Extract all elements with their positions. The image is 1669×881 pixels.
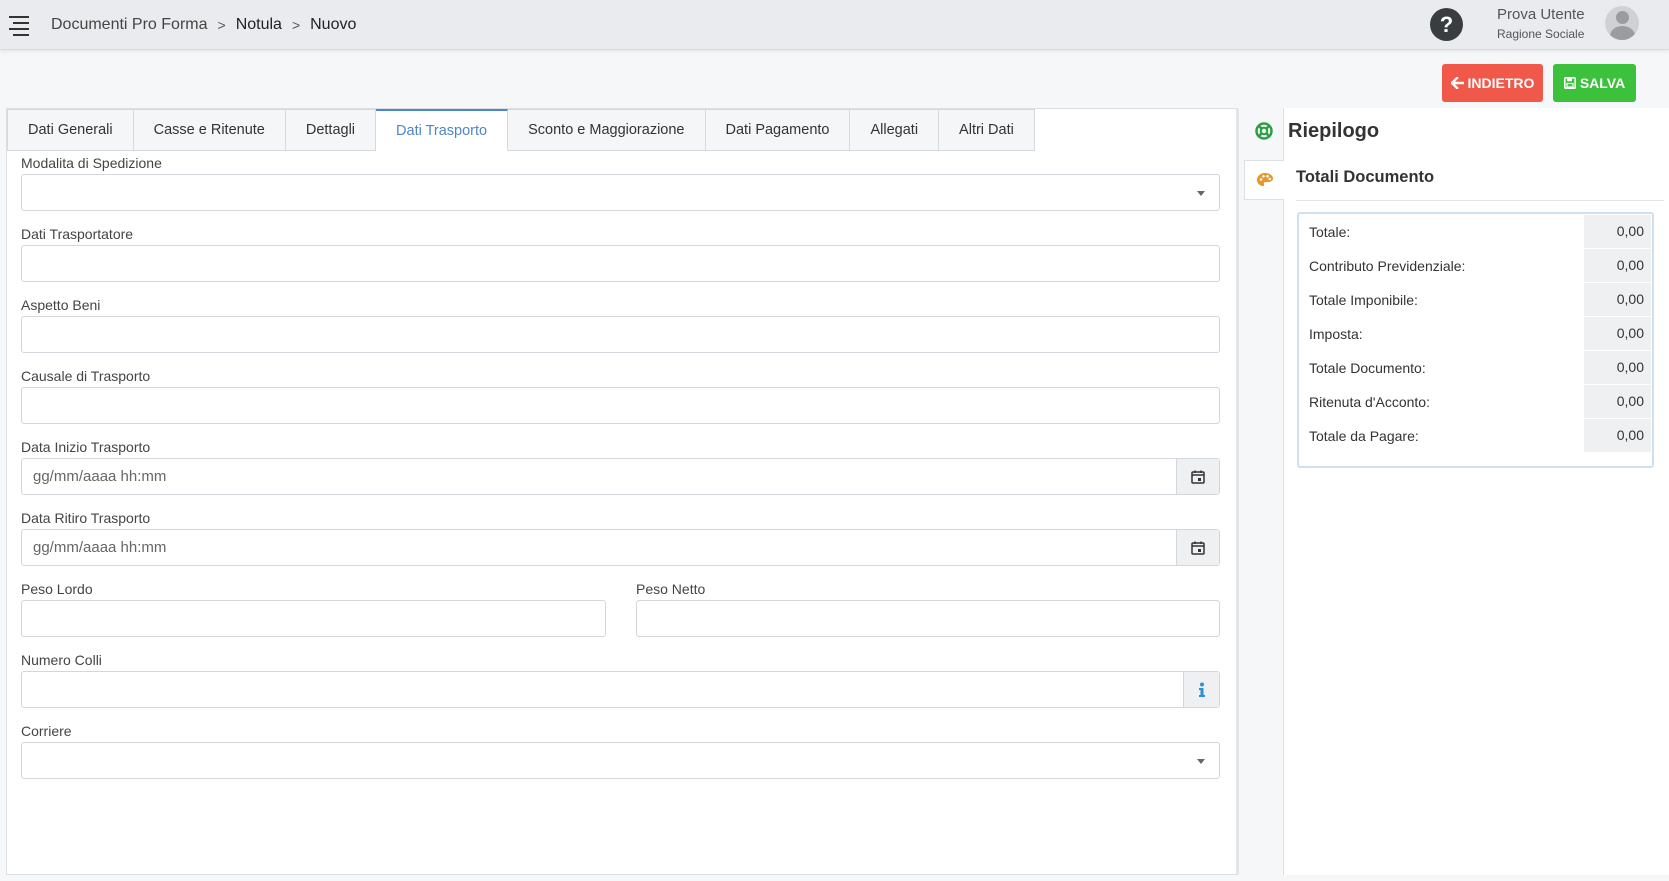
breadcrumb-separator: > bbox=[217, 17, 226, 33]
lifebuoy-icon bbox=[1255, 122, 1273, 140]
user-info[interactable]: Prova Utente Ragione Sociale bbox=[1497, 6, 1585, 41]
modalita-spedizione-label: Modalita di Spedizione bbox=[21, 155, 162, 171]
avatar[interactable] bbox=[1605, 6, 1639, 40]
aspetto-beni-input[interactable] bbox=[22, 317, 1219, 352]
totals-value: 0,00 bbox=[1584, 283, 1651, 316]
totals-label: Contributo Previdenziale: bbox=[1309, 258, 1466, 274]
peso-lordo-field[interactable] bbox=[21, 600, 606, 637]
causale-trasporto-input[interactable] bbox=[22, 388, 1219, 423]
breadcrumb: Documenti Pro Forma > Notula > Nuovo bbox=[51, 16, 356, 34]
aspetto-beni-field[interactable] bbox=[21, 316, 1220, 353]
data-inizio-label: Data Inizio Trasporto bbox=[21, 439, 151, 455]
sidebar-tab-riepilogo[interactable] bbox=[1244, 111, 1284, 151]
tab-casse-ritenute[interactable]: Casse e Ritenute bbox=[133, 109, 286, 151]
peso-netto-label: Peso Netto bbox=[636, 581, 706, 597]
caret-down-icon bbox=[1197, 191, 1205, 196]
riepilogo-panel: Riepilogo Totali Documento Totale: 0,00 … bbox=[1284, 108, 1669, 875]
tab-dati-pagamento[interactable]: Dati Pagamento bbox=[705, 109, 851, 151]
breadcrumb-item-documenti[interactable]: Documenti Pro Forma bbox=[51, 16, 208, 34]
tab-sconto-maggiorazione[interactable]: Sconto e Maggiorazione bbox=[508, 109, 706, 151]
breadcrumb-item-nuovo: Nuovo bbox=[310, 16, 357, 33]
save-button-label: SALVA bbox=[1579, 75, 1626, 91]
totals-label: Imposta: bbox=[1309, 326, 1363, 342]
data-ritiro-field[interactable] bbox=[21, 529, 1220, 566]
data-inizio-calendar-button[interactable] bbox=[1176, 459, 1219, 494]
help-icon[interactable]: ? bbox=[1430, 8, 1463, 41]
dati-trasportatore-label: Dati Trasportatore bbox=[21, 226, 134, 242]
sidebar-icon-strip bbox=[1244, 108, 1285, 875]
totals-value: 0,00 bbox=[1584, 317, 1651, 350]
totals-label: Totale da Pagare: bbox=[1309, 428, 1419, 444]
tab-dati-trasporto[interactable]: Dati Trasporto bbox=[376, 109, 509, 151]
peso-netto-input[interactable] bbox=[637, 601, 1219, 636]
calendar-icon bbox=[1191, 541, 1205, 555]
totals-label: Totale Documento: bbox=[1309, 360, 1426, 376]
totals-row-imponibile: Totale Imponibile: 0,00 bbox=[1299, 282, 1652, 316]
data-ritiro-calendar-button[interactable] bbox=[1176, 530, 1219, 565]
corriere-select[interactable] bbox=[21, 742, 1220, 779]
breadcrumb-item-notula[interactable]: Notula bbox=[236, 16, 282, 34]
corriere-label: Corriere bbox=[21, 723, 72, 739]
user-company: Ragione Sociale bbox=[1497, 27, 1585, 41]
section-divider bbox=[1296, 200, 1664, 201]
causale-trasporto-field[interactable] bbox=[21, 387, 1220, 424]
breadcrumb-separator: > bbox=[291, 17, 301, 33]
panel-scrollbar[interactable] bbox=[1236, 109, 1239, 874]
peso-lordo-label: Peso Lordo bbox=[21, 581, 93, 597]
totals-value: 0,00 bbox=[1584, 215, 1651, 248]
totals-value: 0,00 bbox=[1584, 351, 1651, 384]
causale-trasporto-label: Causale di Trasporto bbox=[21, 368, 151, 384]
numero-colli-info-button[interactable] bbox=[1183, 672, 1219, 707]
totals-row-imposta: Imposta: 0,00 bbox=[1299, 316, 1652, 350]
numero-colli-field[interactable] bbox=[21, 671, 1220, 708]
caret-down-icon bbox=[1197, 759, 1205, 764]
totals-row-da-pagare: Totale da Pagare: 0,00 bbox=[1299, 418, 1652, 452]
form-panel: Dati Generali Casse e Ritenute Dettagli … bbox=[6, 108, 1239, 875]
peso-netto-field[interactable] bbox=[636, 600, 1220, 637]
peso-lordo-input[interactable] bbox=[22, 601, 605, 636]
dati-trasportatore-input[interactable] bbox=[22, 246, 1219, 281]
totals-row-totale-documento: Totale Documento: 0,00 bbox=[1299, 350, 1652, 384]
tab-dati-generali[interactable]: Dati Generali bbox=[7, 109, 134, 151]
sidebar-tab-totali[interactable] bbox=[1244, 160, 1285, 200]
arrow-left-icon bbox=[1450, 77, 1464, 89]
totals-table: Totale: 0,00 Contributo Previdenziale: 0… bbox=[1297, 212, 1654, 468]
modalita-spedizione-select[interactable] bbox=[21, 174, 1220, 211]
info-icon bbox=[1198, 682, 1205, 697]
totals-label: Totale: bbox=[1309, 224, 1351, 240]
tab-allegati[interactable]: Allegati bbox=[850, 109, 940, 151]
back-button[interactable]: INDIETRO bbox=[1442, 64, 1543, 102]
totals-label: Ritenuta d'Acconto: bbox=[1309, 394, 1430, 410]
back-button-label: INDIETRO bbox=[1467, 75, 1535, 91]
data-inizio-input[interactable] bbox=[22, 459, 1172, 494]
numero-colli-label: Numero Colli bbox=[21, 652, 102, 668]
totals-value: 0,00 bbox=[1584, 419, 1651, 452]
totali-documento-title: Totali Documento bbox=[1296, 168, 1435, 186]
data-ritiro-input[interactable] bbox=[22, 530, 1172, 565]
top-bar: Documenti Pro Forma > Notula > Nuovo ? P… bbox=[0, 0, 1669, 50]
totals-value: 0,00 bbox=[1584, 385, 1651, 418]
numero-colli-input[interactable] bbox=[22, 672, 1182, 707]
user-name: Prova Utente bbox=[1497, 6, 1585, 23]
menu-icon[interactable] bbox=[9, 16, 29, 36]
totals-label: Totale Imponibile: bbox=[1309, 292, 1418, 308]
data-inizio-field[interactable] bbox=[21, 458, 1220, 495]
tab-bar: Dati Generali Casse e Ritenute Dettagli … bbox=[7, 109, 1035, 151]
dati-trasportatore-field[interactable] bbox=[21, 245, 1220, 282]
calendar-icon bbox=[1191, 470, 1205, 484]
totals-value: 0,00 bbox=[1584, 249, 1651, 282]
palette-icon bbox=[1257, 173, 1273, 186]
tab-dettagli[interactable]: Dettagli bbox=[285, 109, 377, 151]
aspetto-beni-label: Aspetto Beni bbox=[21, 297, 101, 313]
data-ritiro-label: Data Ritiro Trasporto bbox=[21, 510, 151, 526]
riepilogo-title: Riepilogo bbox=[1288, 120, 1380, 142]
totals-row-totale: Totale: 0,00 bbox=[1299, 214, 1652, 248]
tab-altri-dati[interactable]: Altri Dati bbox=[939, 109, 1035, 151]
totals-row-ritenuta: Ritenuta d'Acconto: 0,00 bbox=[1299, 384, 1652, 418]
totals-row-contributo: Contributo Previdenziale: 0,00 bbox=[1299, 248, 1652, 282]
save-button[interactable]: SALVA bbox=[1553, 64, 1636, 102]
floppy-disk-icon bbox=[1563, 77, 1576, 89]
